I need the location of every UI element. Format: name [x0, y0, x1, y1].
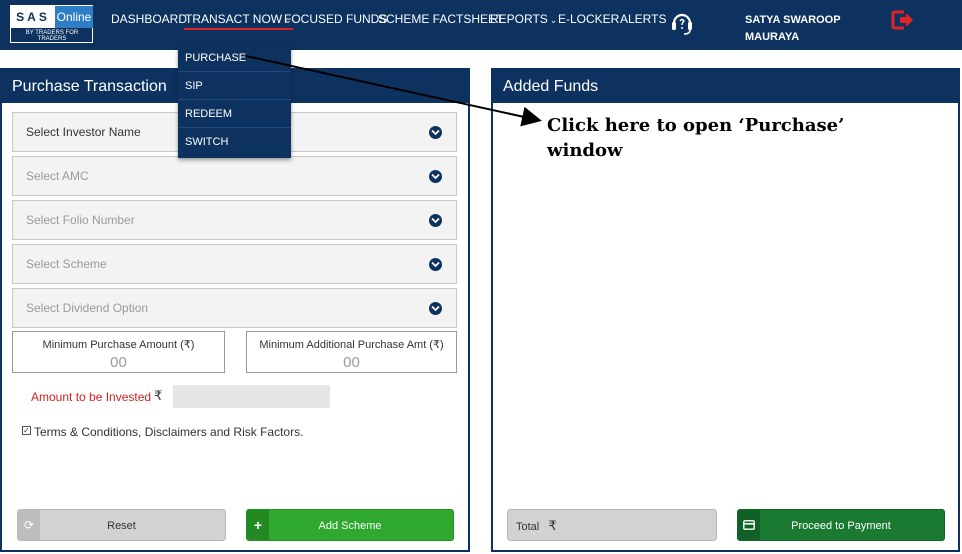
chevron-down-icon [429, 302, 442, 315]
amc-select[interactable]: Select AMC [12, 156, 457, 196]
terms-link[interactable]: Terms & Conditions, Disclaimers and Risk… [34, 425, 303, 439]
add-scheme-button-label: Add Scheme [318, 520, 382, 532]
chevron-down-icon [429, 170, 442, 183]
scheme-select-label: Select Scheme [26, 257, 107, 271]
nav-e-locker-label: E-LOCKER [558, 12, 620, 26]
logo-tagline: BY TRADERS FOR TRADERS [25, 30, 79, 42]
investor-name-select-label: Select Investor Name [26, 125, 141, 139]
dropdown-item-switch[interactable]: SWITCH [178, 128, 291, 156]
dividend-option-select-label: Select Dividend Option [26, 301, 149, 315]
rupee-icon: ₹ [154, 388, 163, 403]
nav-alerts[interactable]: ALERTS [620, 12, 666, 26]
user-name-line1: SATYA SWAROOP [745, 14, 841, 26]
sas-online-logo[interactable]: SAS Online BY TRADERS FOR TRADERS [10, 5, 93, 43]
plus-icon: + [247, 510, 269, 540]
nav-transact-now-label: TRANSACT NOW [185, 12, 283, 26]
transact-now-dropdown: PURCHASE SIP REDEEM SWITCH [178, 44, 291, 158]
card-icon [738, 510, 760, 540]
nav-scheme-factsheet-label: SCHEME FACTSHEET [378, 12, 504, 26]
logo-sas-text: SAS [11, 6, 55, 28]
scheme-select[interactable]: Select Scheme [12, 244, 457, 284]
rupee-icon: ₹ [548, 518, 557, 533]
refresh-icon: ⟳ [18, 510, 40, 540]
amc-select-label: Select AMC [26, 169, 89, 183]
dropdown-item-redeem-label: REDEEM [185, 108, 233, 120]
terms-checkbox[interactable]: ✓ [22, 426, 31, 435]
reset-button-label: Reset [107, 520, 136, 532]
dropdown-item-sip-label: SIP [185, 80, 203, 92]
min-purchase-amount-value: 00 [110, 354, 127, 371]
annotation-line1: Click here to open ‘Purchase’ [547, 115, 845, 136]
chevron-down-icon: ⌄ [549, 15, 558, 25]
chevron-down-icon [429, 258, 442, 271]
nav-focused-funds-label: FOCUSED FUNDS [284, 12, 388, 26]
annotation-text: Click here to open ‘Purchase’ window [547, 113, 907, 163]
add-scheme-button[interactable]: + Add Scheme [246, 509, 454, 541]
nav-dashboard[interactable]: DASHBOARD [111, 12, 187, 26]
nav-e-locker[interactable]: E-LOCKER [558, 12, 619, 26]
min-additional-purchase-value: 00 [343, 354, 360, 371]
nav-reports-label: REPORTS [490, 12, 548, 26]
nav-alerts-label: ALERTS [620, 12, 667, 26]
chevron-down-icon [429, 214, 442, 227]
amount-to-invest-input[interactable] [173, 385, 330, 408]
dividend-option-select[interactable]: Select Dividend Option [12, 288, 457, 328]
amount-to-invest-label: Amount to be Invested [31, 390, 152, 404]
min-additional-purchase-label: Minimum Additional Purchase Amt (₹) [259, 339, 444, 351]
top-navigation-bar: SAS Online BY TRADERS FOR TRADERS DASHBO… [0, 0, 962, 50]
min-purchase-amount-box: Minimum Purchase Amount (₹) 00 [12, 331, 225, 373]
min-purchase-amount-label: Minimum Purchase Amount (₹) [42, 339, 195, 351]
nav-dashboard-label: DASHBOARD [111, 12, 188, 26]
nav-transact-now[interactable]: TRANSACT NOW ⌄ [184, 12, 293, 30]
proceed-to-payment-label: Proceed to Payment [791, 520, 891, 532]
dropdown-item-sip[interactable]: SIP [178, 72, 291, 100]
annotation-line2: window [547, 140, 623, 161]
user-name: SATYA SWAROOP MAURAYA [745, 12, 841, 46]
logout-icon[interactable] [891, 9, 915, 31]
dropdown-item-purchase[interactable]: PURCHASE [178, 44, 291, 72]
total-label: Total [516, 521, 540, 533]
min-additional-purchase-box: Minimum Additional Purchase Amt (₹) 00 [246, 331, 457, 373]
added-funds-title: Added Funds [493, 70, 958, 103]
reset-button[interactable]: ⟳ Reset [17, 509, 226, 541]
nav-focused-funds[interactable]: FOCUSED FUNDS [284, 12, 387, 26]
dropdown-item-switch-label: SWITCH [185, 136, 229, 148]
nav-scheme-factsheet[interactable]: SCHEME FACTSHEET [378, 12, 503, 26]
dropdown-item-purchase-label: PURCHASE [185, 52, 247, 64]
logo-online-text: Online [55, 6, 93, 28]
folio-number-select[interactable]: Select Folio Number [12, 200, 457, 240]
proceed-to-payment-button[interactable]: Proceed to Payment [737, 509, 945, 541]
headset-icon[interactable] [670, 9, 694, 37]
nav-reports[interactable]: REPORTS ⌄ [490, 12, 557, 26]
folio-number-select-label: Select Folio Number [26, 213, 135, 227]
chevron-down-icon [429, 126, 442, 139]
total-display: Total ₹ [507, 509, 717, 541]
user-name-line2: MAURAYA [745, 31, 800, 43]
dropdown-item-redeem[interactable]: REDEEM [178, 100, 291, 128]
